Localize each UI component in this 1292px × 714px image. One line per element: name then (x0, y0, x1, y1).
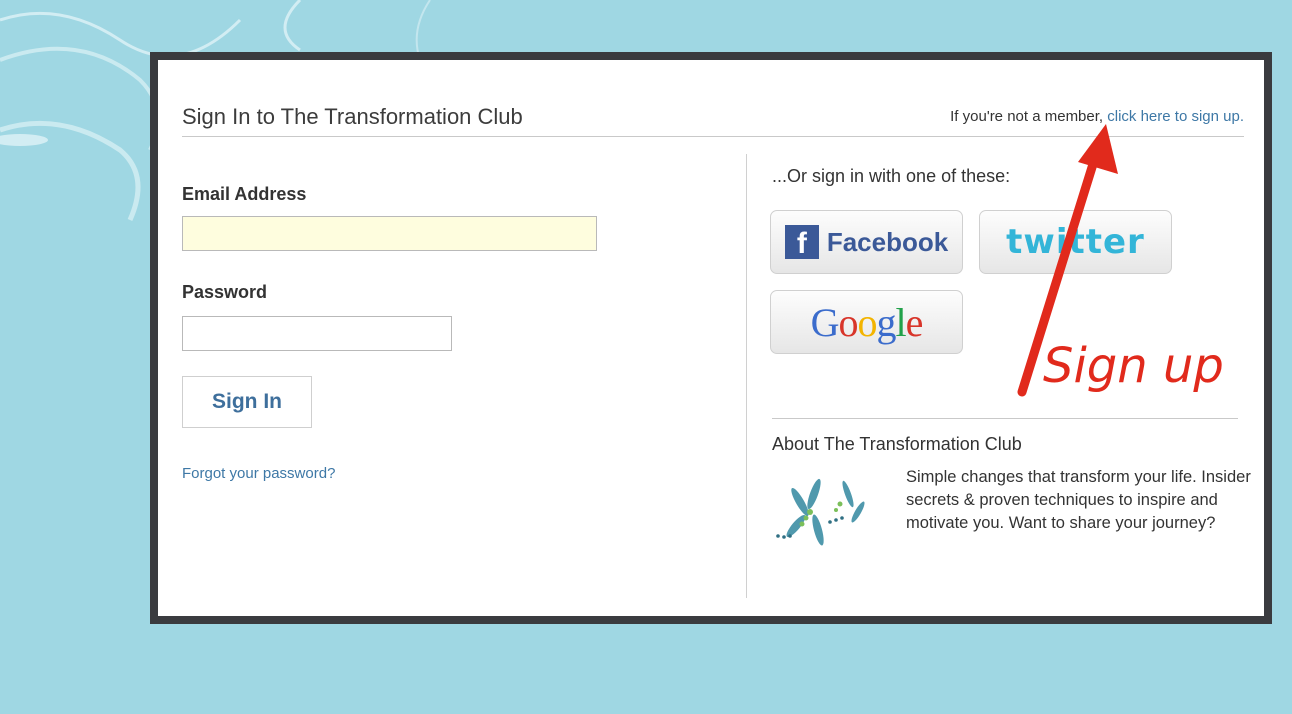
column-divider (746, 154, 747, 598)
facebook-icon: f (784, 225, 819, 259)
facebook-signin-button[interactable]: f Facebook (770, 210, 963, 274)
dragonfly-icon (776, 478, 865, 546)
about-description: Simple changes that transform your life.… (906, 468, 1251, 532)
password-label: Password (182, 282, 268, 302)
member-note-text: If you're not a member, (950, 108, 1104, 125)
about-divider (772, 418, 1238, 419)
page-title: Sign In to The Transformation Club (182, 104, 523, 129)
twitter-logo: twitter (1006, 222, 1145, 262)
password-field[interactable] (182, 316, 452, 351)
social-signin-heading: ...Or sign in with one of these: (772, 166, 1011, 186)
google-letter: o (838, 299, 859, 345)
signup-annotation-text: Sign up (1043, 338, 1224, 394)
email-label: Email Address (182, 184, 307, 204)
signup-link[interactable]: click here to sign up. (1107, 108, 1244, 125)
email-field[interactable] (182, 216, 597, 251)
twitter-signin-button[interactable]: twitter (979, 210, 1172, 274)
google-letter: e (905, 299, 924, 345)
about-title: About The Transformation Club (772, 434, 1022, 454)
member-note: If you're not a member, click here to si… (950, 108, 1244, 125)
facebook-label: Facebook (826, 226, 949, 257)
forgot-password-link[interactable]: Forgot your password? (182, 465, 335, 482)
signin-button[interactable]: Sign In (182, 376, 312, 428)
google-letter: G (810, 299, 840, 345)
google-signin-button[interactable]: Google (770, 290, 963, 354)
google-logo: Google (810, 299, 924, 346)
google-letter: g (876, 299, 897, 345)
google-letter: l (895, 299, 907, 345)
header-divider (182, 136, 1244, 137)
google-letter: o (857, 299, 878, 345)
